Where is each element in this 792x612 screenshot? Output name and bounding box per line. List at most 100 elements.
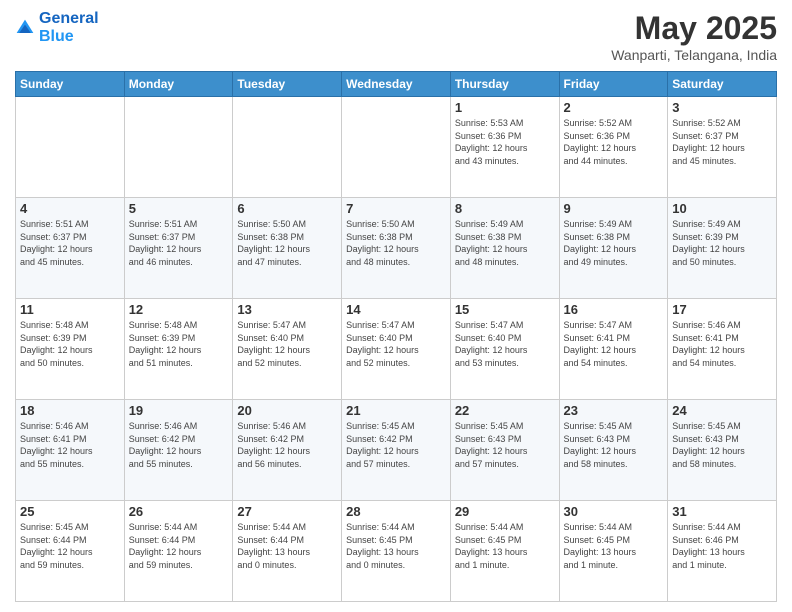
day-number: 16 <box>564 302 664 317</box>
calendar-cell: 20 Sunrise: 5:46 AM Sunset: 6:42 PM Dayli… <box>233 400 342 501</box>
location: Wanparti, Telangana, India <box>611 47 777 63</box>
calendar-cell: 24 Sunrise: 5:45 AM Sunset: 6:43 PM Dayli… <box>668 400 777 501</box>
logo: General Blue <box>15 10 99 45</box>
calendar-cell: 22 Sunrise: 5:45 AM Sunset: 6:43 PM Dayli… <box>450 400 559 501</box>
calendar-cell: 7Sunrise: 5:50 AM Sunset: 6:38 PM Daylig… <box>342 198 451 299</box>
day-header-thursday: Thursday <box>450 72 559 97</box>
calendar-cell: 1 Sunrise: 5:53 AM Sunset: 6:36 PM Daylig… <box>450 97 559 198</box>
day-info: Sunrise: 5:47 AM Sunset: 6:41 PM Dayligh… <box>564 319 664 369</box>
day-info: Sunrise: 5:44 AM Sunset: 6:45 PM Dayligh… <box>346 521 446 571</box>
day-number: 6 <box>237 201 337 216</box>
day-info: Sunrise: 5:52 AM Sunset: 6:36 PM Dayligh… <box>564 117 664 167</box>
day-number: 26 <box>129 504 229 519</box>
day-info: Sunrise: 5:45 AM Sunset: 6:43 PM Dayligh… <box>564 420 664 470</box>
day-number: 12 <box>129 302 229 317</box>
day-info: Sunrise: 5:44 AM Sunset: 6:44 PM Dayligh… <box>129 521 229 571</box>
day-number: 5 <box>129 201 229 216</box>
day-info: Sunrise: 5:51 AM Sunset: 6:37 PM Dayligh… <box>129 218 229 268</box>
day-number: 11 <box>20 302 120 317</box>
calendar-cell: 28 Sunrise: 5:44 AM Sunset: 6:45 PM Dayli… <box>342 501 451 602</box>
calendar-cell: 30Sunrise: 5:44 AM Sunset: 6:45 PM Dayli… <box>559 501 668 602</box>
calendar-cell: 21 Sunrise: 5:45 AM Sunset: 6:42 PM Dayli… <box>342 400 451 501</box>
day-header-sunday: Sunday <box>16 72 125 97</box>
day-number: 15 <box>455 302 555 317</box>
day-number: 14 <box>346 302 446 317</box>
header: General Blue May 2025 Wanparti, Telangan… <box>15 10 777 63</box>
day-info: Sunrise: 5:47 AM Sunset: 6:40 PM Dayligh… <box>455 319 555 369</box>
day-number: 9 <box>564 201 664 216</box>
day-header-friday: Friday <box>559 72 668 97</box>
calendar-cell: 16 Sunrise: 5:47 AM Sunset: 6:41 PM Dayli… <box>559 299 668 400</box>
day-number: 2 <box>564 100 664 115</box>
calendar-cell: 15 Sunrise: 5:47 AM Sunset: 6:40 PM Dayli… <box>450 299 559 400</box>
calendar-cell: 12 Sunrise: 5:48 AM Sunset: 6:39 PM Dayli… <box>124 299 233 400</box>
calendar-cell <box>16 97 125 198</box>
day-info: Sunrise: 5:44 AM Sunset: 6:44 PM Dayligh… <box>237 521 337 571</box>
calendar-cell: 17Sunrise: 5:46 AM Sunset: 6:41 PM Dayli… <box>668 299 777 400</box>
calendar-cell <box>233 97 342 198</box>
day-number: 4 <box>20 201 120 216</box>
day-info: Sunrise: 5:45 AM Sunset: 6:42 PM Dayligh… <box>346 420 446 470</box>
calendar-cell: 13Sunrise: 5:47 AM Sunset: 6:40 PM Dayli… <box>233 299 342 400</box>
day-header-tuesday: Tuesday <box>233 72 342 97</box>
day-info: Sunrise: 5:46 AM Sunset: 6:42 PM Dayligh… <box>237 420 337 470</box>
logo-text: General Blue <box>39 10 99 45</box>
calendar-table: SundayMondayTuesdayWednesdayThursdayFrid… <box>15 71 777 602</box>
day-number: 24 <box>672 403 772 418</box>
day-info: Sunrise: 5:44 AM Sunset: 6:45 PM Dayligh… <box>455 521 555 571</box>
calendar-header-row: SundayMondayTuesdayWednesdayThursdayFrid… <box>16 72 777 97</box>
day-number: 8 <box>455 201 555 216</box>
logo-icon <box>15 18 35 38</box>
day-info: Sunrise: 5:48 AM Sunset: 6:39 PM Dayligh… <box>20 319 120 369</box>
day-number: 13 <box>237 302 337 317</box>
title-block: May 2025 Wanparti, Telangana, India <box>611 10 777 63</box>
calendar-cell: 18Sunrise: 5:46 AM Sunset: 6:41 PM Dayli… <box>16 400 125 501</box>
day-info: Sunrise: 5:45 AM Sunset: 6:44 PM Dayligh… <box>20 521 120 571</box>
day-number: 22 <box>455 403 555 418</box>
calendar-week-1: 1 Sunrise: 5:53 AM Sunset: 6:36 PM Daylig… <box>16 97 777 198</box>
day-header-saturday: Saturday <box>668 72 777 97</box>
calendar-cell: 26 Sunrise: 5:44 AM Sunset: 6:44 PM Dayli… <box>124 501 233 602</box>
calendar-cell: 8Sunrise: 5:49 AM Sunset: 6:38 PM Daylig… <box>450 198 559 299</box>
calendar-cell: 14Sunrise: 5:47 AM Sunset: 6:40 PM Dayli… <box>342 299 451 400</box>
calendar-cell <box>342 97 451 198</box>
calendar-cell: 19 Sunrise: 5:46 AM Sunset: 6:42 PM Dayli… <box>124 400 233 501</box>
day-info: Sunrise: 5:51 AM Sunset: 6:37 PM Dayligh… <box>20 218 120 268</box>
day-info: Sunrise: 5:46 AM Sunset: 6:41 PM Dayligh… <box>672 319 772 369</box>
day-info: Sunrise: 5:45 AM Sunset: 6:43 PM Dayligh… <box>455 420 555 470</box>
day-number: 20 <box>237 403 337 418</box>
day-info: Sunrise: 5:45 AM Sunset: 6:43 PM Dayligh… <box>672 420 772 470</box>
day-number: 1 <box>455 100 555 115</box>
calendar-cell: 10Sunrise: 5:49 AM Sunset: 6:39 PM Dayli… <box>668 198 777 299</box>
day-number: 31 <box>672 504 772 519</box>
calendar-cell: 6 Sunrise: 5:50 AM Sunset: 6:38 PM Daylig… <box>233 198 342 299</box>
calendar-cell: 11 Sunrise: 5:48 AM Sunset: 6:39 PM Dayli… <box>16 299 125 400</box>
calendar-week-5: 25Sunrise: 5:45 AM Sunset: 6:44 PM Dayli… <box>16 501 777 602</box>
calendar-cell: 27 Sunrise: 5:44 AM Sunset: 6:44 PM Dayli… <box>233 501 342 602</box>
month-title: May 2025 <box>611 10 777 47</box>
day-header-wednesday: Wednesday <box>342 72 451 97</box>
day-header-monday: Monday <box>124 72 233 97</box>
calendar-cell: 23 Sunrise: 5:45 AM Sunset: 6:43 PM Dayli… <box>559 400 668 501</box>
day-info: Sunrise: 5:44 AM Sunset: 6:46 PM Dayligh… <box>672 521 772 571</box>
day-info: Sunrise: 5:50 AM Sunset: 6:38 PM Dayligh… <box>237 218 337 268</box>
day-number: 28 <box>346 504 446 519</box>
day-info: Sunrise: 5:50 AM Sunset: 6:38 PM Dayligh… <box>346 218 446 268</box>
day-number: 27 <box>237 504 337 519</box>
calendar-cell: 9 Sunrise: 5:49 AM Sunset: 6:38 PM Daylig… <box>559 198 668 299</box>
day-number: 18 <box>20 403 120 418</box>
day-number: 29 <box>455 504 555 519</box>
day-info: Sunrise: 5:46 AM Sunset: 6:42 PM Dayligh… <box>129 420 229 470</box>
calendar-cell: 4 Sunrise: 5:51 AM Sunset: 6:37 PM Daylig… <box>16 198 125 299</box>
day-info: Sunrise: 5:48 AM Sunset: 6:39 PM Dayligh… <box>129 319 229 369</box>
day-number: 19 <box>129 403 229 418</box>
calendar-cell: 31 Sunrise: 5:44 AM Sunset: 6:46 PM Dayli… <box>668 501 777 602</box>
calendar-cell: 2 Sunrise: 5:52 AM Sunset: 6:36 PM Daylig… <box>559 97 668 198</box>
day-number: 10 <box>672 201 772 216</box>
day-number: 3 <box>672 100 772 115</box>
day-info: Sunrise: 5:53 AM Sunset: 6:36 PM Dayligh… <box>455 117 555 167</box>
day-number: 21 <box>346 403 446 418</box>
page: General Blue May 2025 Wanparti, Telangan… <box>0 0 792 612</box>
day-number: 23 <box>564 403 664 418</box>
day-info: Sunrise: 5:49 AM Sunset: 6:38 PM Dayligh… <box>564 218 664 268</box>
